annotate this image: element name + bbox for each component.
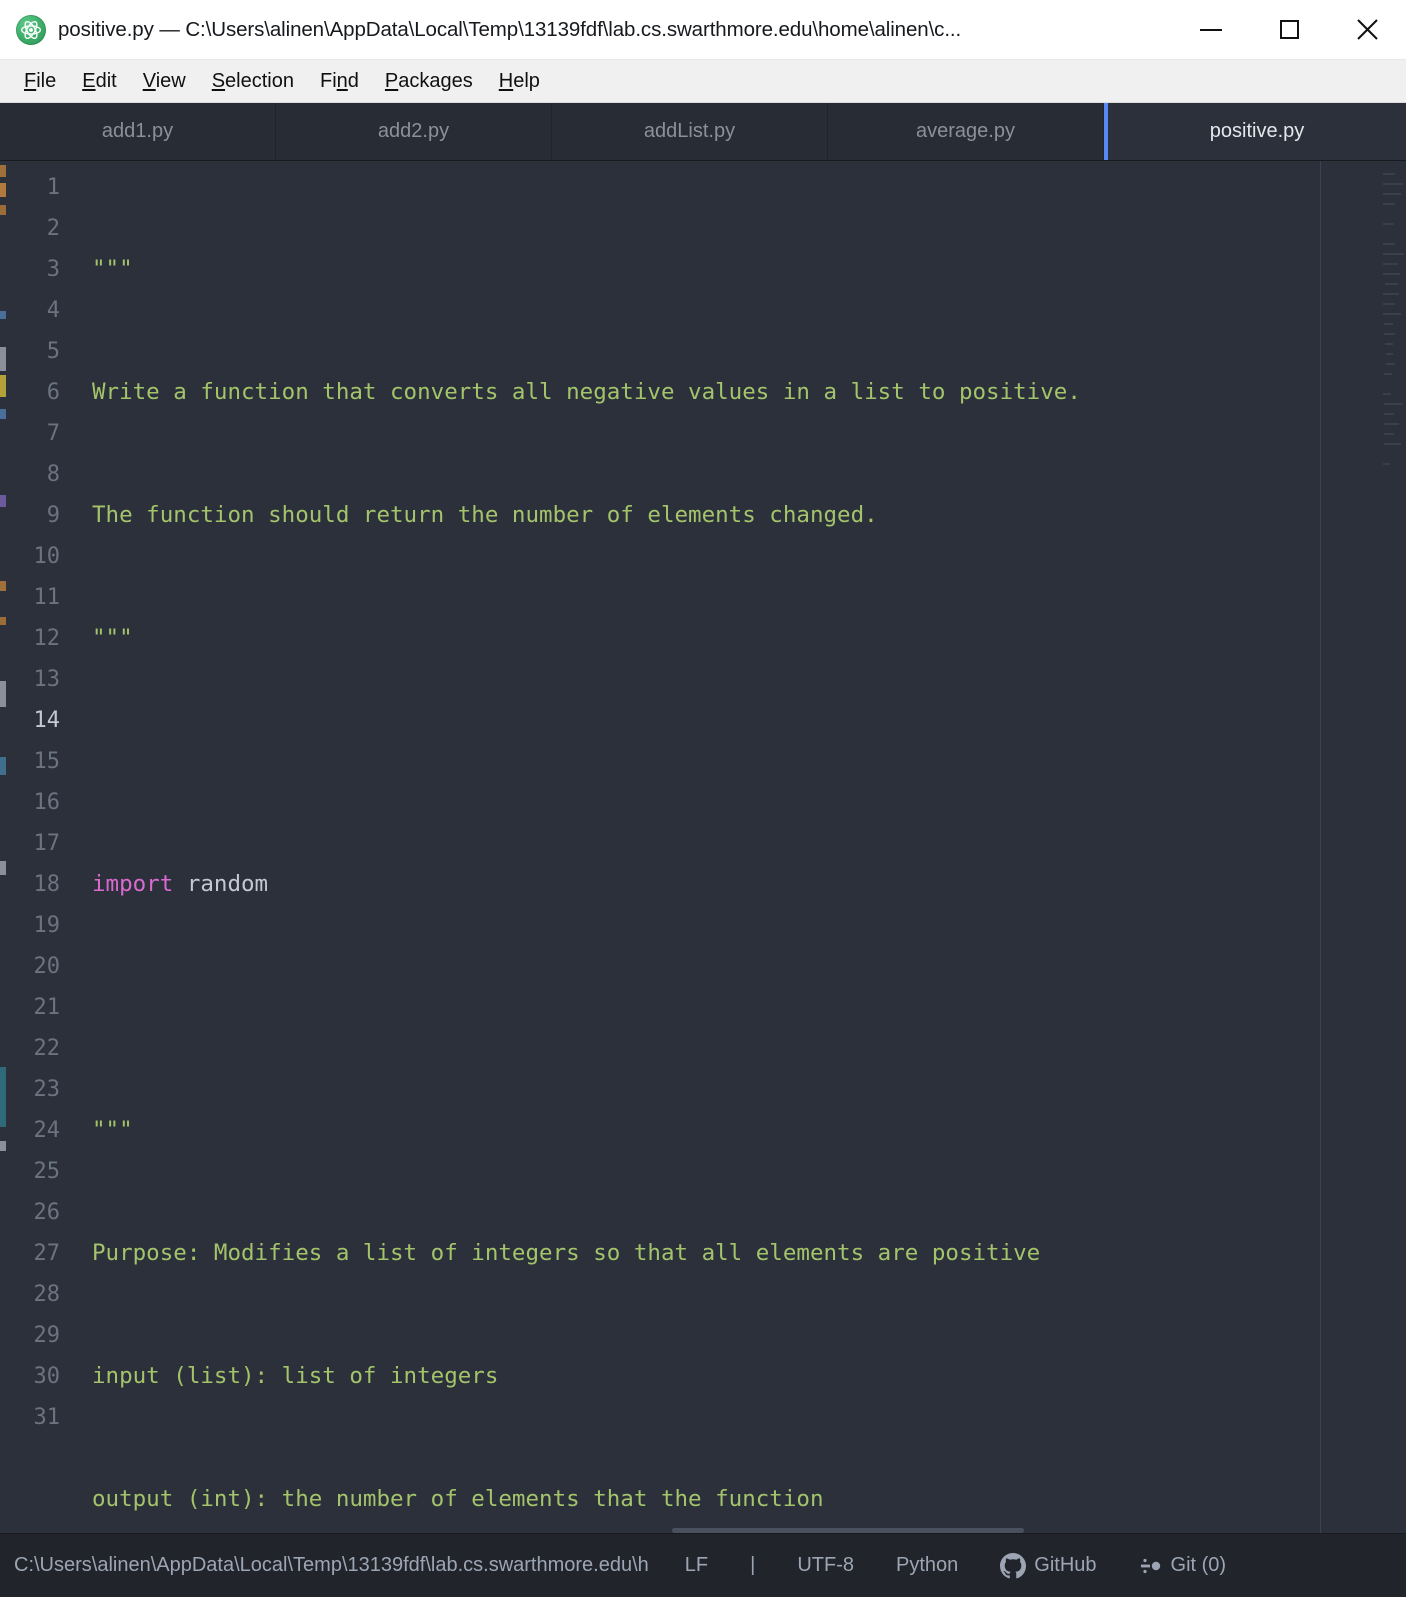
menu-item-packages[interactable]: Packages [372,67,486,96]
line-number: 8 [46,462,60,487]
code-line[interactable] [92,741,1406,782]
line-number: 10 [33,544,61,569]
code-line[interactable]: Write a function that converts all negat… [92,372,1406,413]
line-number: 23 [33,1077,61,1102]
menu-item-selection[interactable]: Selection [199,67,307,96]
menu-item-find[interactable]: Find [307,67,372,96]
line-number: 6 [46,380,60,405]
line-number: 3 [46,257,60,282]
maximize-button[interactable] [1250,0,1328,59]
status-git[interactable]: Git (0) [1139,1554,1227,1578]
code-line[interactable]: """ [92,1110,1406,1151]
code-line[interactable]: """ [92,249,1406,290]
editor-pane[interactable]: 1 2 3 4 5 6 7 8 9 10 11 12 13 14 15 16 1… [0,161,1406,1533]
code-line[interactable]: import random [92,864,1406,905]
line-number: 22 [33,1036,61,1061]
line-8-text: """ [92,1117,133,1143]
tab-positive-py[interactable]: positive.py [1104,103,1406,160]
import-keyword: import [92,871,174,897]
git-diff-strip [0,161,6,1533]
tab-average-py[interactable]: average.py [828,103,1104,160]
line-number: 7 [46,421,60,446]
line-10-text: input (list): list of integers [92,1363,499,1389]
status-bar: C:\Users\alinen\AppData\Local\Temp\13139… [0,1533,1406,1597]
horizontal-scrollbar[interactable] [672,1528,1024,1533]
tab-bar: add1.py add2.py addList.py average.py po… [0,103,1406,161]
status-separator: | [750,1554,756,1576]
window-title: positive.py — C:\Users\alinen\AppData\Lo… [58,17,962,41]
tab-add1-py[interactable]: add1.py [0,103,276,160]
menu-item-file[interactable]: File [11,67,69,96]
line-number: 17 [33,831,61,856]
line-number: 15 [33,749,61,774]
line-number: 19 [33,913,61,938]
menu-bar: File Edit View Selection Find Packages H… [0,60,1406,103]
line-4-text: """ [92,625,133,651]
line-2-text: Write a function that converts all negat… [92,379,1081,405]
close-button[interactable] [1328,0,1406,59]
atom-icon [16,14,46,45]
line-number: 30 [33,1364,61,1389]
line-number: 5 [46,339,60,364]
window-controls [1172,0,1406,59]
line-number: 12 [33,626,61,651]
status-git-label: Git (0) [1170,1554,1227,1576]
line-number: 2 [46,216,60,241]
line-number: 27 [33,1241,61,1266]
code-line[interactable]: output (int): the number of elements tha… [92,1479,1406,1520]
line-number-gutter: 1 2 3 4 5 6 7 8 9 10 11 12 13 14 15 16 1… [6,161,68,1533]
minimize-button[interactable] [1172,0,1250,59]
atom-editor-window: positive.py — C:\Users\alinen\AppData\Lo… [0,0,1406,1597]
line-number: 21 [33,995,61,1020]
line-1-text: """ [92,256,133,282]
line-number: 13 [33,667,61,692]
status-github[interactable]: GitHub [1000,1552,1097,1579]
title-bar: positive.py — C:\Users\alinen\AppData\Lo… [0,0,1406,60]
code-line[interactable]: The function should return the number of… [92,495,1406,536]
status-file-path[interactable]: C:\Users\alinen\AppData\Local\Temp\13139… [14,1554,649,1577]
line-number: 31 [33,1405,61,1430]
line-number: 9 [46,503,60,528]
code-content[interactable]: """ Write a function that converts all n… [68,161,1406,1533]
git-branch-icon [1139,1554,1163,1578]
tab-addlist-py[interactable]: addList.py [552,103,828,160]
status-encoding[interactable]: UTF-8 [797,1554,854,1577]
line-number: 24 [33,1118,61,1143]
line-number: 28 [33,1282,61,1307]
line-number: 4 [46,298,60,323]
code-line[interactable] [92,987,1406,1028]
line-number: 29 [33,1323,61,1348]
status-github-label: GitHub [1034,1554,1097,1576]
line-9-text: Purpose: Modifies a list of integers so … [92,1240,1041,1266]
line-number: 16 [33,790,61,815]
menu-item-help[interactable]: Help [486,67,553,96]
code-line[interactable]: Purpose: Modifies a list of integers so … [92,1233,1406,1274]
menu-item-edit[interactable]: Edit [69,67,129,96]
code-line[interactable]: """ [92,618,1406,659]
github-octocat-icon [1000,1552,1027,1579]
line-number: 26 [33,1200,61,1225]
line-3-text: The function should return the number of… [92,502,878,528]
code-line[interactable]: input (list): list of integers [92,1356,1406,1397]
line-number: 14 [33,708,61,733]
line-11-text: output (int): the number of elements tha… [92,1486,824,1512]
status-grammar[interactable]: Python [896,1554,958,1577]
menu-item-view[interactable]: View [130,67,199,96]
line-number: 25 [33,1159,61,1184]
minimap[interactable] [1380,161,1406,1533]
tab-add2-py[interactable]: add2.py [276,103,552,160]
line-number: 11 [33,585,61,610]
line-number: 18 [33,872,61,897]
line-number: 1 [46,175,60,200]
status-line-ending[interactable]: LF [685,1554,708,1577]
line-number: 20 [33,954,61,979]
